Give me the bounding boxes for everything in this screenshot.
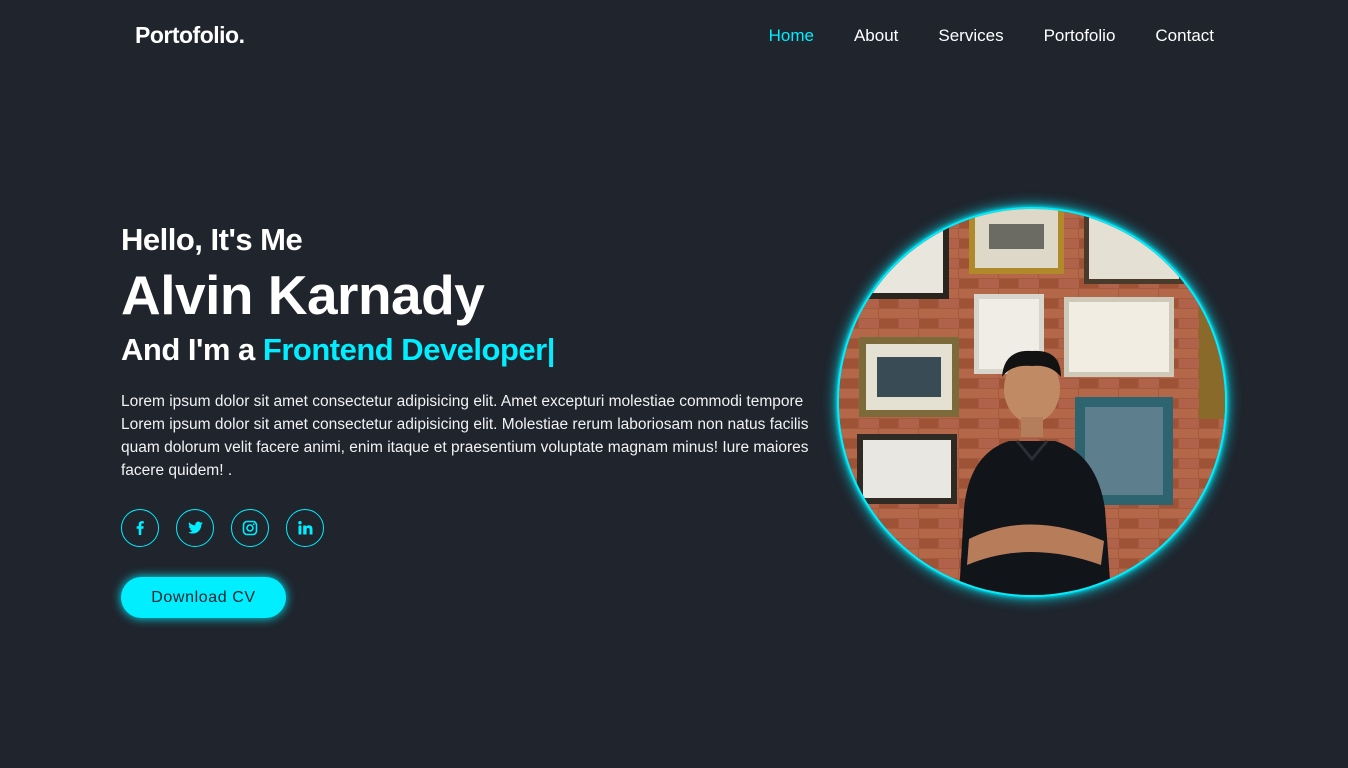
hero-description: Lorem ipsum dolor sit amet consectetur a…: [121, 393, 809, 479]
social-links: [121, 509, 831, 547]
profile-photo: [837, 207, 1227, 597]
linkedin-icon: [298, 521, 313, 535]
role-prefix: And I'm a: [121, 332, 263, 367]
nav-home[interactable]: Home: [769, 26, 814, 46]
main-nav: Home About Services Portofolio Contact: [769, 26, 1214, 46]
facebook-icon: [136, 521, 144, 535]
linkedin-link[interactable]: [286, 509, 324, 547]
instagram-icon: [242, 520, 258, 536]
hero-role: And I'm a Frontend Developer|: [121, 330, 831, 370]
nav-contact[interactable]: Contact: [1155, 26, 1214, 46]
site-header: Portofolio. Home About Services Portofol…: [0, 0, 1348, 72]
nav-portofolio[interactable]: Portofolio: [1044, 26, 1116, 46]
hero-name: Alvin Karnady: [121, 264, 485, 326]
twitter-link[interactable]: [176, 509, 214, 547]
twitter-icon: [187, 521, 203, 534]
hero-content: Hello, It's Me Alvin Karnady And I'm a F…: [121, 220, 831, 618]
nav-services[interactable]: Services: [938, 26, 1003, 46]
facebook-link[interactable]: [121, 509, 159, 547]
hero-greeting: Hello, It's Me: [121, 222, 303, 257]
logo-link[interactable]: Portofolio.: [135, 22, 245, 49]
role-highlight: Frontend Developer|: [262, 332, 556, 367]
instagram-link[interactable]: [231, 509, 269, 547]
download-cv-button[interactable]: Download CV: [121, 577, 286, 618]
nav-about[interactable]: About: [854, 26, 898, 46]
